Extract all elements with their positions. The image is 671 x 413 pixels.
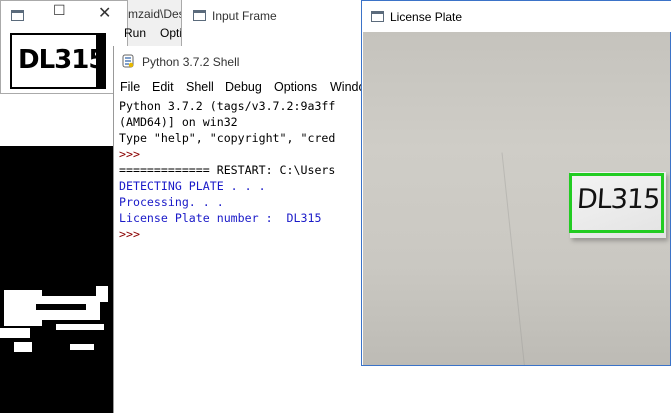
binary-blob (56, 324, 104, 330)
binary-blob (96, 286, 108, 302)
binary-blob (0, 328, 30, 338)
shell-line: ============= RESTART: C:\Users (119, 163, 336, 177)
menu-edit[interactable]: Edit (152, 80, 174, 94)
camera-frame: DL315 (363, 32, 670, 365)
input-frame-window: Input Frame (181, 0, 362, 46)
cropped-plate-image: DL315 (10, 33, 106, 89)
detection-box (569, 173, 664, 233)
cropped-plate-window: ☐ ✕ DL315 (0, 0, 128, 94)
wall-crack (501, 152, 526, 365)
menu-debug[interactable]: Debug (225, 80, 262, 94)
license-plate-window: License Plate DL315 (361, 0, 671, 366)
shell-output[interactable]: Python 3.7.2 (tags/v3.7.2:9a3ff (AMD64)]… (114, 98, 362, 413)
shell-line: Python 3.7.2 (tags/v3.7.2:9a3ff (119, 99, 336, 113)
minimize-icon[interactable]: ☐ (53, 3, 66, 19)
shell-prompt: >>> (119, 227, 140, 241)
python-shell-window: Python 3.7.2 Shell File Edit Shell Debug… (113, 46, 365, 413)
input-frame-title: Input Frame (212, 9, 277, 23)
window-app-icon (193, 10, 206, 21)
binary-gap (36, 304, 86, 310)
close-icon[interactable]: ✕ (98, 3, 111, 22)
shell-line: Type "help", "copyright", "cred (119, 131, 336, 145)
shell-title: Python 3.7.2 Shell (142, 55, 240, 69)
binary-blob (14, 342, 32, 352)
shell-result-line: License Plate number : DL315 (119, 211, 322, 225)
binary-image-window (0, 146, 113, 413)
menu-options[interactable]: Options (274, 80, 317, 94)
window-app-icon (371, 11, 384, 22)
desktop-background (361, 366, 671, 413)
editor-menu-options[interactable]: Opti (160, 26, 182, 40)
plate-titlebar: License Plate (362, 1, 671, 32)
python-logo-icon (122, 54, 134, 68)
shell-titlebar: Python 3.7.2 Shell (114, 46, 362, 76)
editor-path-title: mzaid\Des (128, 7, 185, 21)
window-app-icon (11, 10, 24, 21)
menu-file[interactable]: File (120, 80, 140, 94)
shell-prompt: >>> (119, 147, 140, 161)
plate-window-title: License Plate (390, 10, 463, 24)
menu-shell[interactable]: Shell (186, 80, 214, 94)
shell-line: DETECTING PLATE . . . (119, 179, 266, 193)
binary-blob (70, 344, 94, 350)
cropped-plate-text: DL315 (18, 45, 106, 75)
shell-line: (AMD64)] on win32 (119, 115, 238, 129)
shell-line: Processing. . . (119, 195, 224, 209)
editor-menu-run[interactable]: Run (124, 26, 146, 40)
editor-window-partial: mzaid\Des Run Opti (124, 0, 189, 46)
shell-menubar: File Edit Shell Debug Options Windo (114, 76, 365, 98)
